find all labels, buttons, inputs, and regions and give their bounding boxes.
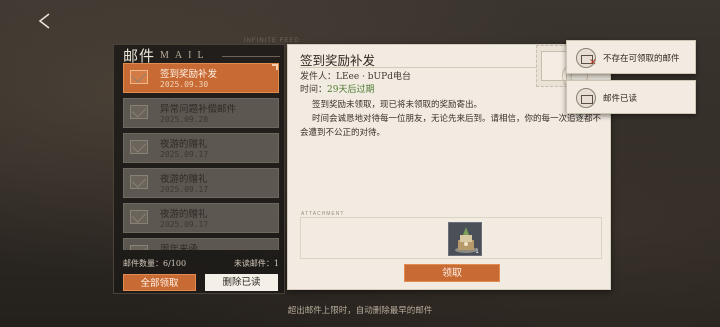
sender-label: 发件人：: [300, 72, 337, 82]
panel-title-en: MAIL: [160, 50, 210, 61]
mail-item-title: 夜游的赠礼: [160, 209, 208, 220]
delete-read-button[interactable]: 删除已读: [205, 274, 278, 291]
selected-corner-icon: [272, 64, 278, 70]
mail-count: 邮件数量：6/100: [123, 259, 187, 268]
claim-all-button[interactable]: 全部领取: [123, 274, 196, 291]
notice-mail-read[interactable]: 邮件已读: [566, 80, 696, 114]
mail-item-date: 2025.09.17: [160, 185, 209, 194]
envelope-icon: [130, 105, 148, 119]
mail-item-title: 夜游的赠礼: [160, 174, 208, 185]
notice-text: 不存在可领取的邮件: [603, 54, 680, 64]
mail-list-item[interactable]: 周年来函: [123, 238, 279, 250]
expire-value: 29天后过期: [327, 85, 375, 95]
divider: [300, 67, 540, 68]
body-paragraph: 签到奖励未领取，现已将未领取的奖励寄出。: [312, 100, 483, 110]
sender-value: LEee · bUPd电台: [336, 72, 411, 82]
error-x-icon: ✕: [589, 58, 597, 68]
mail-item-date: 2025.09.17: [160, 150, 209, 159]
envelope-icon: [130, 210, 148, 224]
mail-item-title: 周年来函: [160, 244, 199, 250]
mail-stats: 邮件数量：6/100 未读邮件：1: [123, 258, 283, 270]
notice-text: 邮件已读: [603, 94, 638, 104]
time-label: 时间：: [300, 85, 328, 95]
mail-list-item[interactable]: 夜游的赠礼 2025.09.17: [123, 133, 279, 163]
envelope-icon: [130, 245, 148, 250]
mail-list-panel: 邮件 MAIL 签到奖励补发 2025.09.30 异常问题补偿邮件 2025.09.…: [113, 44, 285, 294]
mail-item-title: 签到奖励补发: [160, 69, 218, 80]
mail-item-date: 2025.09.17: [160, 220, 209, 229]
mail-item-date: 2025.09.30: [160, 80, 209, 89]
envelope-icon: [130, 70, 148, 84]
attachment-box: 1: [300, 217, 602, 259]
envelope-icon: [130, 140, 148, 154]
mail-detail-paper: 签到奖励补发 发件人：LEee · bUPd电台 时间：29天后过期 签到奖励未…: [287, 44, 611, 290]
mail-icon: [576, 88, 596, 108]
footer-tip: 超出邮件上限时，自动删除最早的邮件: [287, 306, 433, 316]
mail-list-item[interactable]: 夜游的赠礼 2025.09.17: [123, 203, 279, 233]
mail-list-item[interactable]: 夜游的赠礼 2025.09.17: [123, 168, 279, 198]
unread-count: 未读邮件：1: [233, 259, 279, 268]
attachment-item[interactable]: 1: [448, 222, 482, 256]
mail-item-title: 异常问题补偿邮件: [160, 104, 237, 115]
back-button[interactable]: [34, 10, 56, 32]
mail-list[interactable]: 签到奖励补发 2025.09.30 异常问题补偿邮件 2025.09.28 夜游的赠礼 2…: [123, 63, 279, 250]
mail-list-item[interactable]: 异常问题补偿邮件 2025.09.28: [123, 98, 279, 128]
divider: [222, 56, 280, 57]
mail-list-item[interactable]: 签到奖励补发 2025.09.30: [123, 63, 279, 93]
back-arrow-icon: [38, 13, 50, 29]
mail-body: 签到奖励未领取，现已将未领取的奖励寄出。 时间会诚恳地对待每一位朋友，无论先来后…: [300, 98, 604, 140]
body-paragraph: 时间会诚恳地对待每一位朋友，无论先来后到。请相信，你的每一次追逐都不会遭到不公正…: [300, 114, 602, 138]
time-row: 时间：29天后过期: [300, 82, 374, 95]
mail-item-title: 夜游的赠礼: [160, 139, 208, 150]
notice-no-claimable[interactable]: ✕ 不存在可领取的邮件: [566, 40, 696, 74]
item-count: 1: [475, 248, 479, 255]
envelope-icon: [130, 175, 148, 189]
sender-row: 发件人：LEee · bUPd电台: [300, 69, 411, 82]
claim-button[interactable]: 领取: [404, 264, 500, 282]
mail-item-date: 2025.09.28: [160, 115, 209, 124]
